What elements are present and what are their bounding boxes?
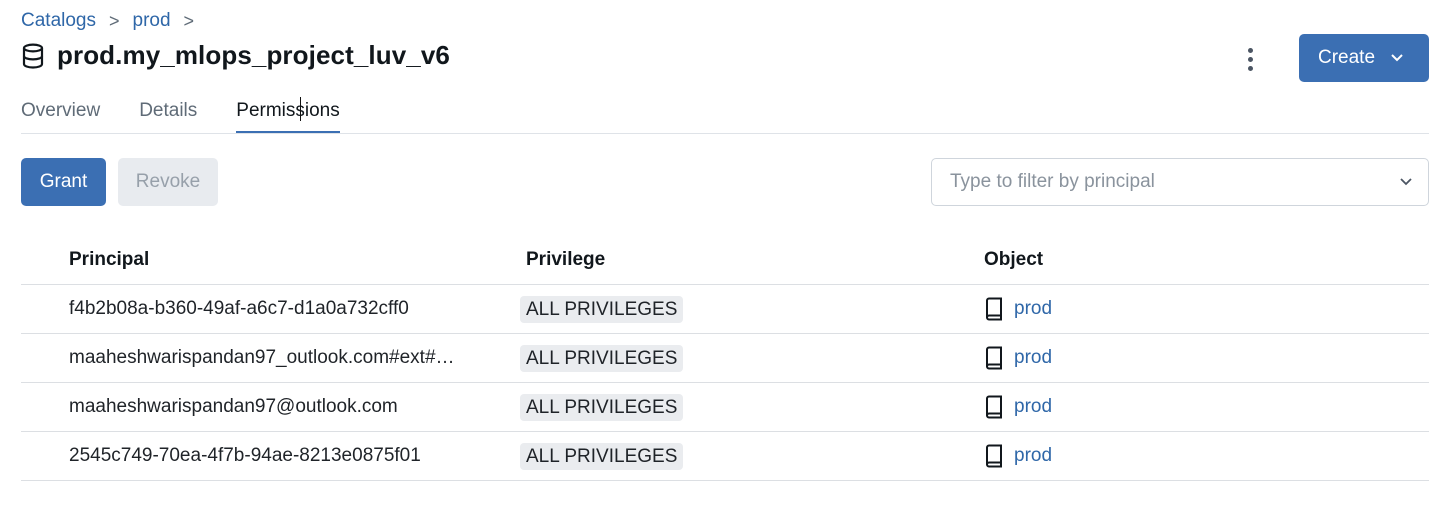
permissions-table: Principal Privilege Object f4b2b08a-b360… — [21, 236, 1429, 481]
privilege-badge: ALL PRIVILEGES — [520, 295, 684, 323]
catalog-book-icon — [986, 346, 1002, 370]
revoke-button[interactable]: Revoke — [118, 158, 218, 206]
chevron-down-icon — [1391, 54, 1403, 62]
text-cursor — [300, 97, 301, 121]
privilege-badge: ALL PRIVILEGES — [520, 442, 684, 470]
table-header: Principal Privilege Object — [21, 236, 1429, 285]
tab-bar: Overview Details Permissions — [21, 98, 379, 134]
title-row: prod.my_mlops_project_luv_v6 — [21, 40, 450, 71]
tabs-divider — [21, 133, 1429, 134]
table-row[interactable]: f4b2b08a-b360-49af-a6c7-d1a0a732cff0 ALL… — [21, 285, 1429, 334]
column-header-object: Object — [984, 249, 1044, 270]
database-icon — [21, 42, 45, 69]
breadcrumb-catalogs[interactable]: Catalogs — [21, 10, 96, 32]
grant-button[interactable]: Grant — [21, 158, 106, 206]
breadcrumb-separator: > — [109, 10, 120, 31]
object-link[interactable]: prod — [1014, 445, 1052, 467]
catalog-book-icon — [986, 395, 1002, 419]
tab-overview[interactable]: Overview — [21, 98, 100, 134]
table-row[interactable]: maaheshwarispandan97_outlook.com#ext#@ma… — [21, 334, 1429, 383]
catalog-book-icon — [986, 444, 1002, 468]
privilege-badge: ALL PRIVILEGES — [520, 344, 684, 372]
tab-permissions[interactable]: Permissions — [236, 98, 341, 134]
principal-filter-input[interactable] — [932, 161, 1372, 203]
column-header-privilege: Privilege — [526, 249, 606, 270]
principal-cell: f4b2b08a-b360-49af-a6c7-d1a0a732cff0 — [69, 298, 409, 319]
principal-filter[interactable] — [931, 158, 1429, 206]
object-link[interactable]: prod — [1014, 396, 1052, 418]
table-row[interactable]: 2545c749-70ea-4f7b-94ae-8213e0875f01 ALL… — [21, 432, 1429, 481]
column-header-principal: Principal — [69, 249, 150, 270]
create-button-label: Create — [1318, 47, 1376, 68]
principal-cell: 2545c749-70ea-4f7b-94ae-8213e0875f01 — [69, 445, 421, 466]
page-title: prod.my_mlops_project_luv_v6 — [57, 40, 450, 70]
catalog-book-icon — [986, 297, 1002, 321]
create-button[interactable]: Create — [1299, 34, 1429, 82]
breadcrumb-separator: > — [183, 10, 195, 31]
object-link[interactable]: prod — [1014, 298, 1052, 320]
breadcrumb-prod[interactable]: prod — [133, 10, 171, 32]
chevron-down-icon[interactable] — [1399, 176, 1413, 188]
principal-cell: maaheshwarispandan97_outlook.com#ext#@ma… — [69, 347, 479, 368]
kebab-menu-icon[interactable] — [1236, 42, 1264, 76]
table-row[interactable]: maaheshwarispandan97@outlook.com ALL PRI… — [21, 383, 1429, 432]
object-link[interactable]: prod — [1014, 347, 1052, 369]
tab-details[interactable]: Details — [139, 98, 197, 134]
principal-cell: maaheshwarispandan97@outlook.com — [69, 396, 398, 417]
privilege-badge: ALL PRIVILEGES — [520, 393, 684, 421]
breadcrumb: Catalogs > prod > — [21, 8, 207, 34]
